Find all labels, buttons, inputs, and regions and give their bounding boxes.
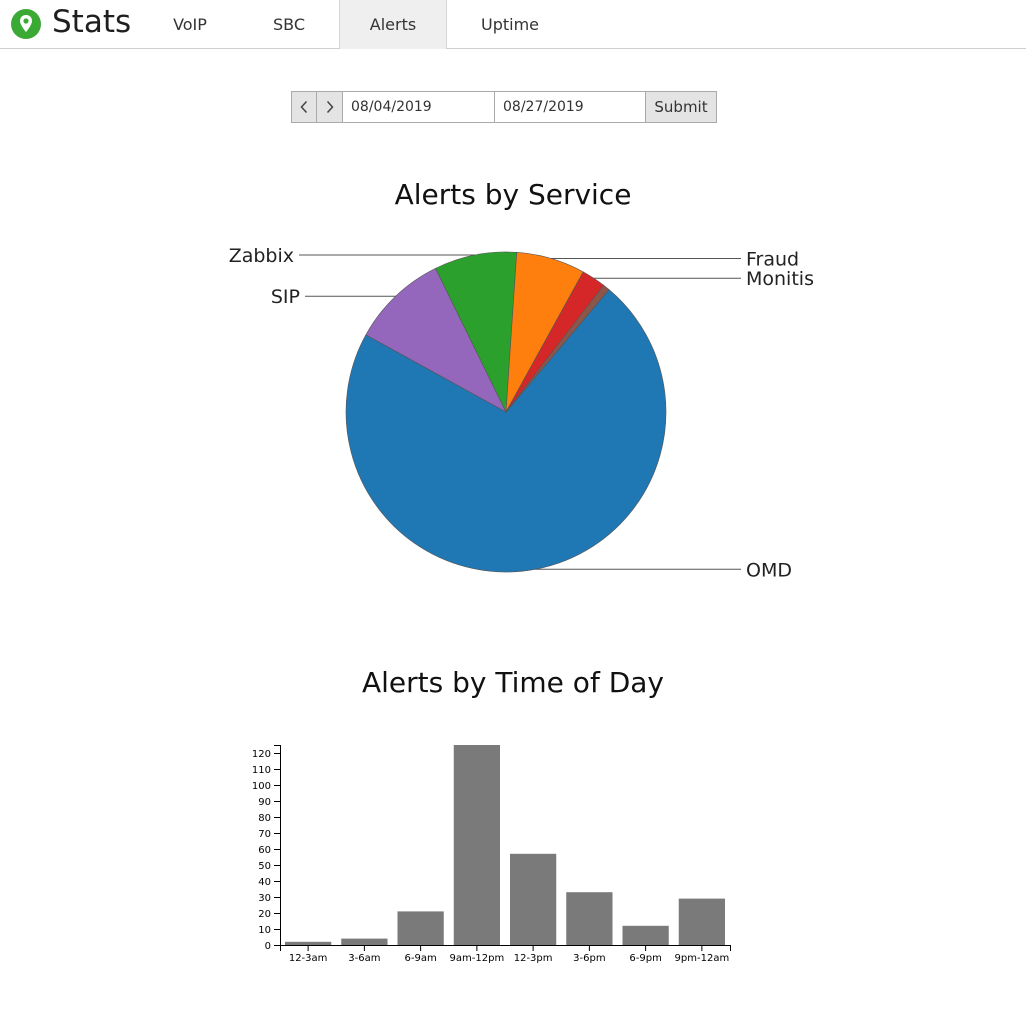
next-range-button[interactable] (317, 91, 343, 123)
x-axis-line (280, 945, 731, 951)
y-tick-label: 20 (258, 909, 271, 920)
bar-6-9pm (622, 925, 669, 945)
y-tick-label: 80 (258, 813, 271, 824)
bar-9pm-12am (678, 898, 725, 945)
end-date-input[interactable] (495, 91, 646, 123)
y-tick-label: 90 (258, 797, 271, 808)
tab-uptime[interactable]: Uptime (470, 0, 550, 48)
brand-title: Stats (52, 4, 132, 40)
x-tick-label-6-9pm: 6-9pm (629, 953, 661, 964)
pie-label-omd: OMD (746, 559, 792, 581)
x-tick-label-6-9am: 6-9am (405, 953, 437, 964)
y-tick-label: 110 (252, 765, 271, 776)
y-tick-label: 120 (252, 749, 271, 760)
y-tick-label: 10 (258, 925, 271, 936)
alerts-by-service-pie-chart: OMDSIPZabbix FraudMonitis (229, 245, 814, 581)
chevron-right-icon (326, 100, 334, 114)
x-tick-label-12-3am: 12-3am (289, 953, 328, 964)
x-tick-label-9am-12pm: 9am-12pm (450, 953, 505, 964)
y-tick-label: 60 (258, 845, 271, 856)
chevron-left-icon (300, 100, 308, 114)
pie-chart-title: Alerts by Service (394, 178, 632, 211)
bar-3-6am (341, 938, 388, 945)
bar-12-3pm (510, 853, 557, 945)
pie-label-zabbix: Zabbix (229, 245, 294, 267)
y-tick-label: 40 (258, 877, 271, 888)
y-tick-label: 50 (258, 861, 271, 872)
tab-sbc[interactable]: SBC (249, 0, 329, 48)
alerts-by-time-of-day-bar-chart: 0 10 20 30 40 50 60 70 80 90 100 110 120 12-3am 3-6am 6… (252, 745, 731, 964)
y-tick-label: 30 (258, 893, 271, 904)
bar-9am-12pm (453, 745, 500, 945)
bar-12-3am (285, 941, 332, 945)
bar-6-9am (397, 911, 444, 945)
tab-alerts[interactable]: Alerts (339, 0, 447, 49)
x-tick-label-12-3pm: 12-3pm (514, 953, 553, 964)
pie-label-monitis: Monitis (746, 268, 814, 290)
map-pin-logo-icon (11, 9, 41, 39)
x-tick-label-3-6am: 3-6am (348, 953, 380, 964)
pie-label-sip: SIP (271, 286, 300, 308)
x-tick-label-9pm-12am: 9pm-12am (675, 953, 730, 964)
y-axis-line (274, 745, 281, 946)
previous-range-button[interactable] (291, 91, 317, 123)
date-range-form: Submit (291, 91, 717, 123)
y-tick-label: 70 (258, 829, 271, 840)
submit-button[interactable]: Submit (646, 91, 717, 123)
tab-voip[interactable]: VoIP (150, 0, 230, 48)
start-date-input[interactable] (343, 91, 495, 123)
top-navigation-bar: Stats VoIP SBC Alerts Uptime (0, 0, 1026, 49)
y-tick-label: 0 (265, 941, 271, 952)
bar-chart-title: Alerts by Time of Day (362, 666, 664, 699)
x-tick-label-3-6pm: 3-6pm (573, 953, 605, 964)
y-tick-label: 100 (252, 781, 271, 792)
bar-3-6pm (566, 892, 613, 945)
